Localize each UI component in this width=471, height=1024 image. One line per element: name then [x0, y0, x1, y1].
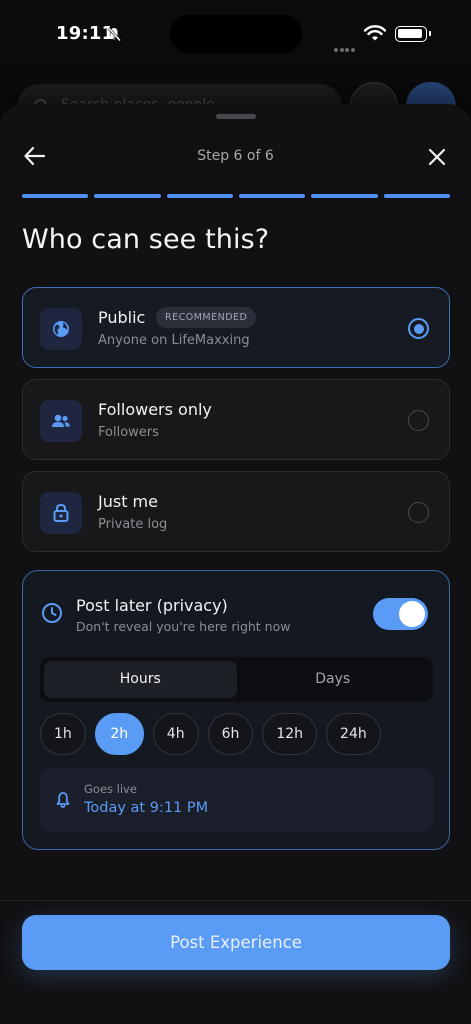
radio-unselected[interactable] — [408, 410, 429, 431]
time-unit-segmented-control: Hours Days — [40, 657, 433, 702]
chip-1h[interactable]: 1h — [40, 713, 86, 755]
visibility-option-private[interactable]: Just me Private log — [22, 471, 450, 552]
goes-live-time: Today at 9:11 PM — [84, 800, 209, 816]
progress-segment — [94, 194, 161, 198]
page-title: Who can see this? — [22, 224, 270, 255]
visibility-option-followers[interactable]: Followers only Followers — [22, 379, 450, 460]
option-label: Just me — [98, 492, 158, 511]
sheet-handle[interactable] — [216, 114, 256, 119]
radio-selected[interactable] — [408, 318, 429, 339]
delay-chips: 1h 2h 4h 6h 12h 24h — [40, 713, 381, 755]
goes-live-info: Goes live Today at 9:11 PM — [40, 768, 433, 832]
toggle-knob — [399, 601, 425, 627]
visibility-option-public[interactable]: Public RECOMMENDED Anyone on LifeMaxxing — [22, 287, 450, 368]
progress-segment — [238, 194, 306, 198]
lock-icon — [40, 492, 82, 534]
option-label: Public — [98, 308, 146, 327]
close-icon[interactable] — [424, 144, 450, 170]
option-sublabel: Private log — [98, 517, 168, 532]
silent-bell-icon — [107, 27, 121, 42]
bell-icon — [56, 792, 70, 808]
progress-segment — [22, 194, 89, 198]
people-icon — [40, 400, 82, 442]
progress-segment — [166, 194, 233, 198]
step-progress-bar — [22, 194, 450, 198]
dynamic-island — [170, 15, 302, 53]
post-later-card: Post later (privacy) Don't reveal you're… — [22, 570, 450, 850]
wifi-icon — [364, 25, 386, 41]
post-later-title: Post later (privacy) — [76, 596, 228, 615]
post-experience-button[interactable]: Post Experience — [22, 915, 450, 970]
progress-segment — [311, 194, 378, 198]
post-later-subtitle: Don't reveal you're here right now — [76, 619, 291, 634]
chip-12h[interactable]: 12h — [262, 713, 318, 755]
footer-divider — [0, 900, 471, 901]
signal-dots-icon — [334, 37, 356, 56]
goes-live-label: Goes live — [84, 782, 137, 796]
chip-24h[interactable]: 24h — [326, 713, 381, 755]
option-sublabel: Anyone on LifeMaxxing — [98, 333, 250, 348]
radio-unselected[interactable] — [408, 502, 429, 523]
step-indicator: Step 6 of 6 — [197, 148, 274, 164]
recommended-badge: RECOMMENDED — [156, 307, 257, 328]
clock-icon — [42, 603, 62, 623]
chip-2h[interactable]: 2h — [94, 713, 144, 755]
progress-segment — [383, 194, 450, 198]
status-bar: 19:11 — [0, 0, 471, 68]
chip-4h[interactable]: 4h — [152, 713, 199, 755]
globe-icon — [40, 308, 82, 350]
option-sublabel: Followers — [98, 425, 159, 440]
tab-hours[interactable]: Hours — [44, 661, 237, 698]
battery-icon — [395, 26, 431, 42]
post-later-toggle[interactable] — [373, 598, 428, 630]
bottom-sheet: Step 6 of 6 Who can see this? Public REC… — [0, 104, 471, 1024]
tab-days[interactable]: Days — [237, 661, 430, 698]
chip-6h[interactable]: 6h — [207, 713, 254, 755]
option-label: Followers only — [98, 400, 212, 419]
